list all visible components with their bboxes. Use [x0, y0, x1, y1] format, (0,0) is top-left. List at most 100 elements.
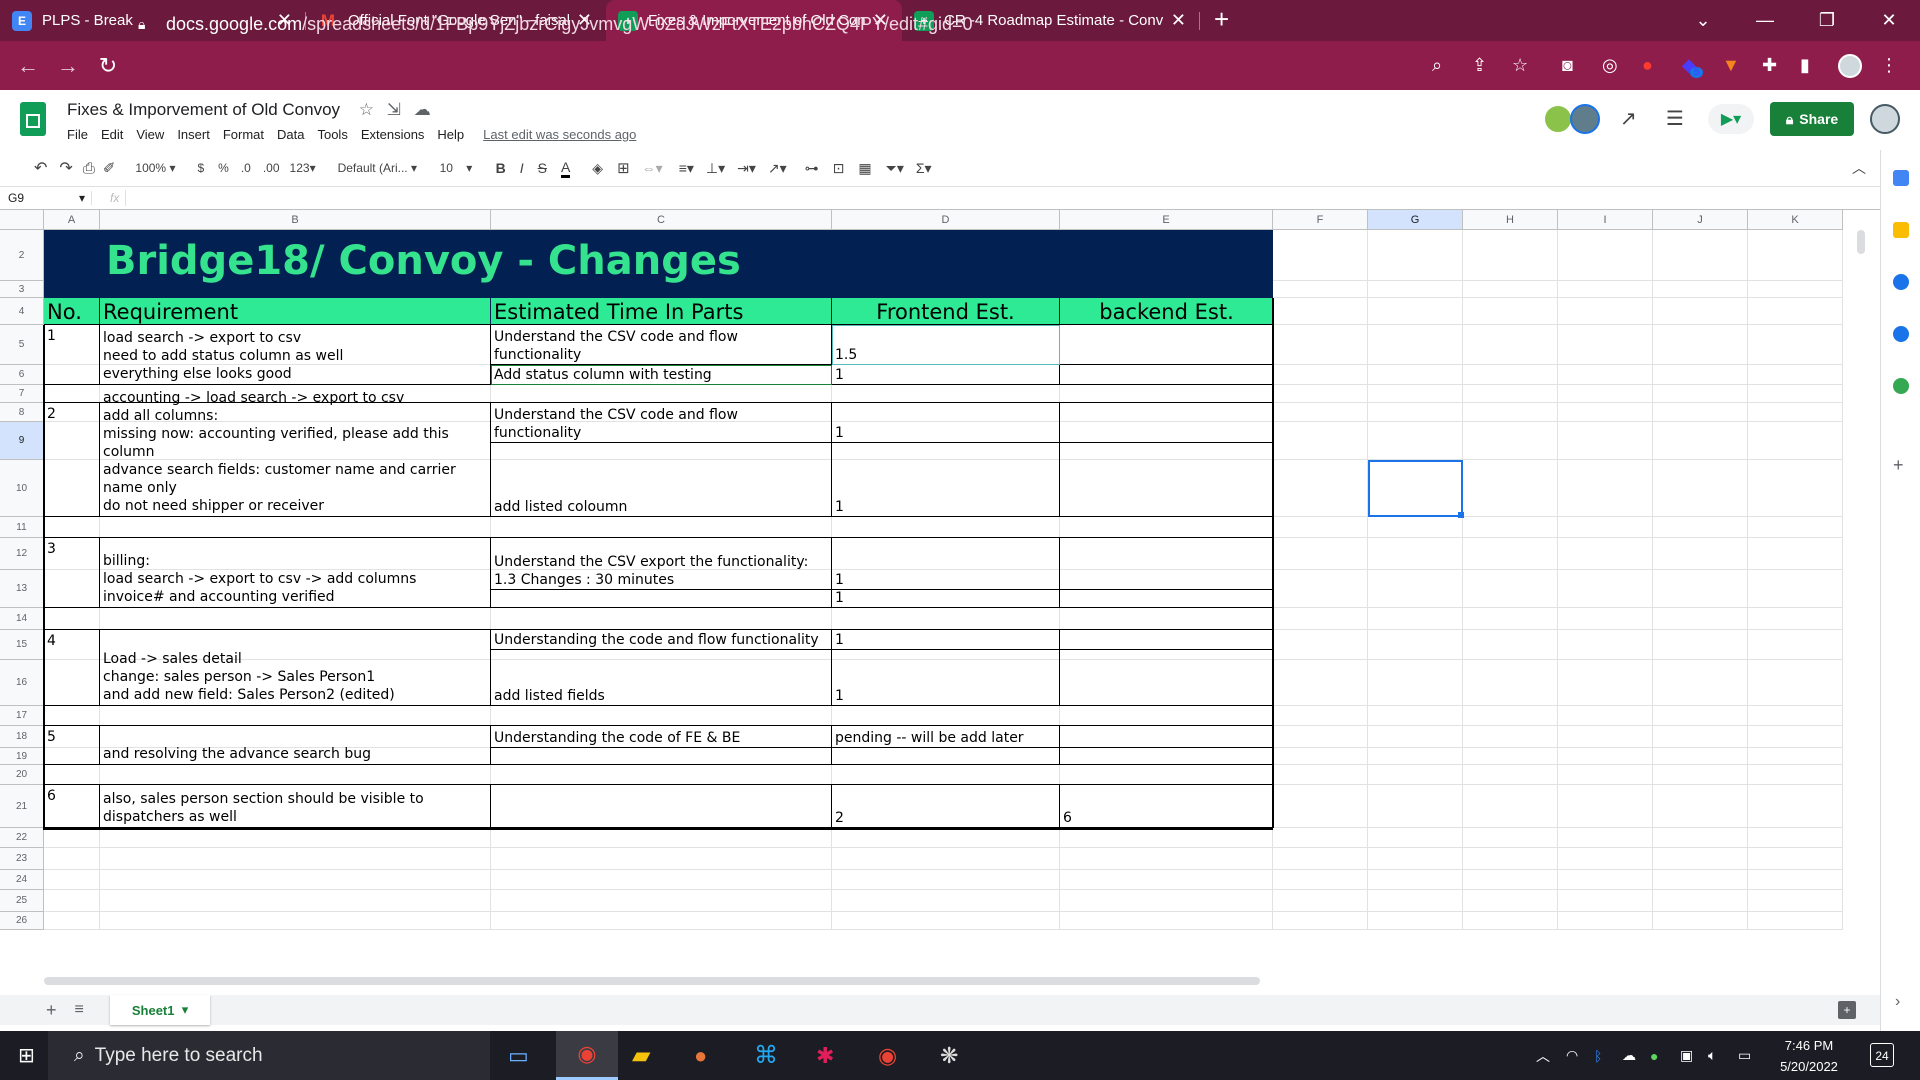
grid-cell[interactable] — [1060, 890, 1273, 912]
text-color-button[interactable]: A — [560, 159, 571, 178]
row-header-16[interactable]: 16 — [0, 660, 44, 706]
grid-cell[interactable] — [1748, 403, 1843, 422]
row-header-18[interactable]: 18 — [0, 726, 44, 748]
grid-cell[interactable] — [1463, 230, 1558, 281]
text-rotation-icon[interactable]: ↗▾ — [768, 160, 787, 177]
font-size-select[interactable]: 10 ▾ — [440, 161, 486, 175]
grid-cell[interactable] — [100, 765, 491, 785]
grid-cell[interactable] — [1653, 706, 1748, 726]
grid-cell[interactable] — [491, 870, 832, 890]
grid-cell[interactable] — [491, 912, 832, 930]
row-header-25[interactable]: 25 — [0, 890, 44, 912]
grid-cell[interactable] — [44, 748, 100, 765]
grid-cell[interactable] — [1653, 517, 1748, 538]
grid-cell[interactable] — [1748, 281, 1843, 298]
windows-start-icon[interactable]: ⊞ — [18, 1043, 35, 1068]
slack-icon[interactable]: ✱ — [816, 1043, 834, 1069]
grid-cell[interactable] — [1060, 765, 1273, 785]
grid-cell[interactable] — [1748, 517, 1843, 538]
column-header-h[interactable]: H — [1463, 210, 1558, 230]
grid-cell[interactable] — [100, 870, 491, 890]
grid-cell[interactable] — [1558, 422, 1653, 460]
grid-cell[interactable] — [44, 828, 100, 848]
grid-cell[interactable] — [1653, 726, 1748, 748]
grid-cell[interactable] — [1558, 870, 1653, 890]
grid-cell[interactable] — [1060, 517, 1273, 538]
strikethrough-button[interactable]: S — [538, 160, 547, 176]
grid-cell[interactable] — [1653, 748, 1748, 765]
column-header-f[interactable]: F — [1273, 210, 1368, 230]
column-header-b[interactable]: B — [100, 210, 491, 230]
horizontal-scrollbar[interactable] — [44, 977, 1260, 985]
grid-cell[interactable] — [1273, 230, 1368, 281]
grid-cell[interactable] — [1748, 570, 1843, 608]
redo-icon[interactable]: ↷ — [59, 158, 72, 178]
grid-cell[interactable] — [1368, 298, 1463, 325]
grid-cell[interactable] — [1368, 706, 1463, 726]
forward-icon[interactable]: → — [48, 53, 88, 79]
grid-cell[interactable] — [1463, 726, 1558, 748]
grid-cell[interactable] — [1273, 298, 1368, 325]
close-window-icon[interactable]: ✕ — [1858, 10, 1920, 31]
collapse-toolbar-icon[interactable]: ︿ — [1852, 158, 1866, 178]
calendar-icon[interactable] — [1893, 170, 1909, 186]
undo-icon[interactable]: ↶ — [34, 158, 47, 178]
grid-cell[interactable] — [1273, 630, 1368, 660]
grid-cell[interactable] — [1653, 422, 1748, 460]
maps-icon[interactable] — [1893, 378, 1909, 394]
row-header-6[interactable]: 6 — [0, 365, 44, 385]
grid-cell[interactable] — [1748, 890, 1843, 912]
grid-cell[interactable] — [1558, 630, 1653, 660]
grid-cell[interactable] — [832, 848, 1060, 870]
grid-cell[interactable] — [1273, 748, 1368, 765]
grid-cell[interactable] — [44, 422, 100, 460]
grid-cell[interactable] — [1653, 848, 1748, 870]
more-formats-button[interactable]: 123▾ — [290, 161, 316, 175]
grid-cell[interactable] — [1653, 460, 1748, 517]
grid-cell[interactable] — [1368, 281, 1463, 298]
grid-cell[interactable] — [832, 517, 1060, 538]
grid-cell[interactable] — [1273, 765, 1368, 785]
show-side-panel-icon[interactable]: › — [1895, 993, 1900, 1011]
comments-icon[interactable]: ☰ — [1666, 106, 1684, 131]
row-header-17[interactable]: 17 — [0, 706, 44, 726]
decrease-decimal-button[interactable]: .0 — [241, 161, 251, 175]
grid-cell[interactable] — [1748, 660, 1843, 706]
grid-cell[interactable] — [1653, 608, 1748, 630]
currency-button[interactable]: $ — [197, 161, 204, 175]
grid-cell[interactable] — [1060, 912, 1273, 930]
functions-icon[interactable]: Σ▾ — [916, 160, 932, 177]
keep-icon[interactable] — [1893, 222, 1909, 238]
column-header-g[interactable]: G — [1368, 210, 1463, 230]
grid-cell[interactable] — [1463, 660, 1558, 706]
grid-cell[interactable] — [1273, 828, 1368, 848]
text-wrap-icon[interactable]: ⇥▾ — [737, 160, 756, 177]
row-header-26[interactable]: 26 — [0, 912, 44, 930]
grid-cell[interactable] — [1653, 785, 1748, 828]
menu-data[interactable]: Data — [277, 127, 304, 142]
grid-cell[interactable] — [832, 608, 1060, 630]
app-taskbar-icon[interactable]: ● — [694, 1043, 707, 1069]
grid-cell[interactable] — [1558, 765, 1653, 785]
grid-cell[interactable] — [832, 912, 1060, 930]
column-header-a[interactable]: A — [44, 210, 100, 230]
menu-help[interactable]: Help — [437, 127, 464, 142]
menu-file[interactable]: File — [67, 127, 88, 142]
grid-cell[interactable] — [44, 706, 100, 726]
grid-cell[interactable] — [1368, 848, 1463, 870]
grid-cell[interactable] — [1273, 608, 1368, 630]
row-header-14[interactable]: 14 — [0, 608, 44, 630]
minimize-icon[interactable]: — — [1734, 10, 1796, 31]
grid-cell[interactable] — [1558, 403, 1653, 422]
spreadsheet-grid[interactable]: A B C D E F G H I J K 2 3 4 5 6 7 8 9 10 11 12 13 14 15 16 17 18 19 2… — [0, 210, 1880, 985]
grid-cell[interactable] — [1653, 325, 1748, 365]
row-header-22[interactable]: 22 — [0, 828, 44, 848]
grid-cell[interactable] — [44, 608, 100, 630]
grid-cell[interactable] — [100, 912, 491, 930]
grid-cell[interactable] — [1273, 325, 1368, 365]
grid-cell[interactable] — [1653, 828, 1748, 848]
merge-cells-icon[interactable]: ⇔▾ — [642, 160, 663, 177]
grid-cell[interactable] — [44, 870, 100, 890]
grid-cell[interactable] — [1558, 570, 1653, 608]
grid-cell[interactable] — [44, 365, 100, 385]
